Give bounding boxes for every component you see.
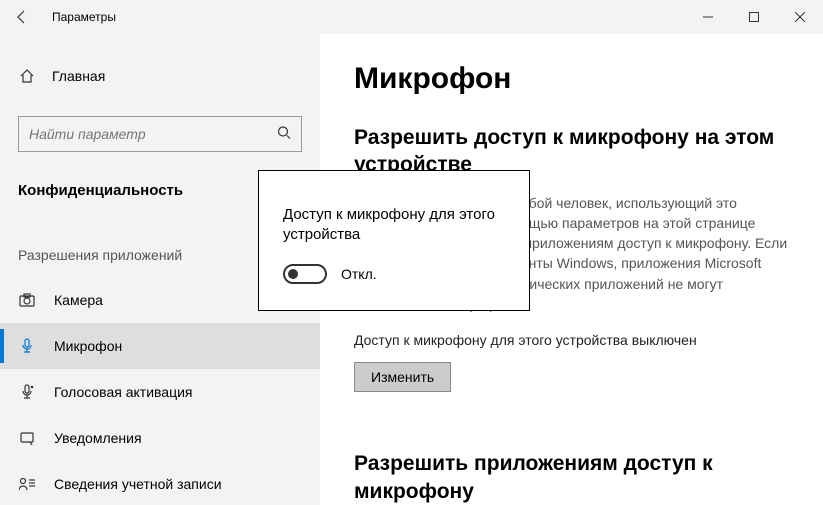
camera-icon — [18, 293, 36, 307]
home-label: Главная — [52, 68, 105, 84]
search-icon — [277, 126, 291, 143]
window-title: Параметры — [52, 10, 116, 24]
search-input[interactable] — [19, 117, 301, 151]
sidebar-item-label: Микрофон — [54, 338, 122, 354]
section2-title: Разрешить приложениям доступ к микрофону — [354, 450, 789, 505]
toggle-state-label: Откл. — [341, 266, 377, 282]
sidebar-item-account-info[interactable]: Сведения учетной записи — [0, 461, 320, 505]
account-info-icon — [18, 477, 36, 491]
sidebar-item-label: Камера — [54, 292, 103, 308]
search-container — [18, 116, 302, 152]
change-button[interactable]: Изменить — [354, 362, 451, 392]
nav-list: Камера Микрофон Голосовая активация — [0, 277, 320, 505]
mic-access-toggle[interactable] — [283, 264, 327, 284]
page-title: Микрофон — [354, 62, 789, 96]
close-button[interactable] — [777, 0, 823, 34]
minimize-button[interactable] — [685, 0, 731, 34]
toggle-row: Откл. — [283, 264, 505, 284]
sidebar-item-label: Уведомления — [54, 430, 142, 446]
notifications-icon — [18, 431, 36, 445]
window-controls — [685, 0, 823, 34]
home-icon — [18, 68, 36, 84]
sidebar-item-notifications[interactable]: Уведомления — [0, 415, 320, 461]
titlebar: Параметры — [0, 0, 823, 34]
maximize-button[interactable] — [731, 0, 777, 34]
section2: Разрешить приложениям доступ к микрофону… — [354, 450, 789, 505]
mic-access-popup: Доступ к микрофону для этого устройства … — [258, 170, 530, 311]
back-button[interactable] — [0, 0, 44, 34]
popup-title: Доступ к микрофону для этого устройства — [283, 205, 505, 246]
home-nav[interactable]: Главная — [0, 58, 320, 94]
sidebar-item-label: Голосовая активация — [54, 384, 193, 400]
voice-activation-icon — [18, 384, 36, 400]
sidebar-item-voice-activation[interactable]: Голосовая активация — [0, 369, 320, 415]
sidebar-item-label: Сведения учетной записи — [54, 476, 222, 492]
sidebar-item-microphone[interactable]: Микрофон — [0, 323, 320, 369]
mic-status-line: Доступ к микрофону для этого устройства … — [354, 332, 789, 348]
microphone-icon — [18, 338, 36, 354]
